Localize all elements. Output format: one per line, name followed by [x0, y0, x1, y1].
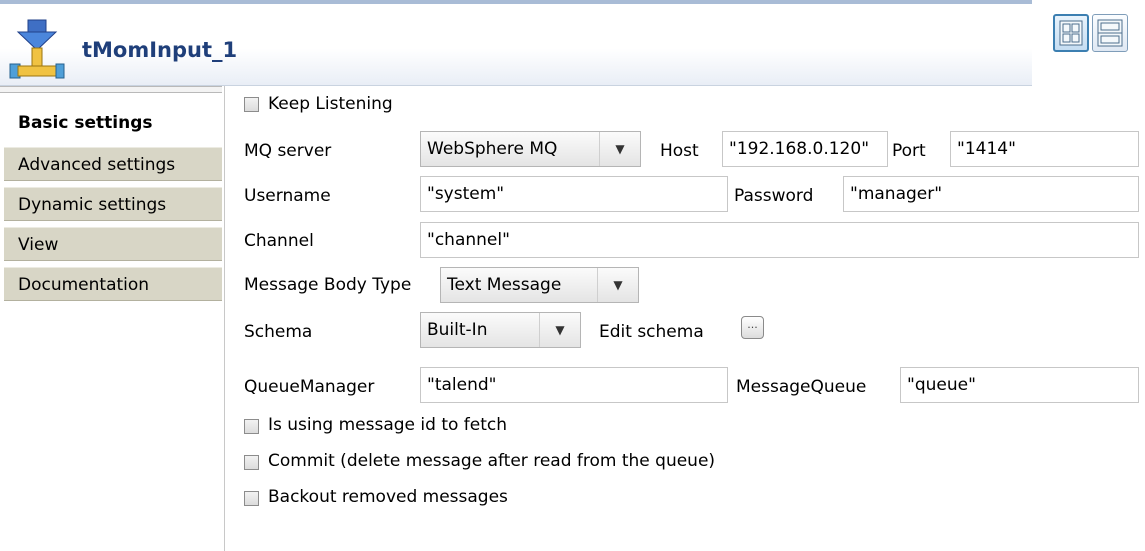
use-message-id-checkbox[interactable] [244, 419, 259, 434]
message-body-type-value: Text Message [447, 275, 562, 295]
host-input[interactable]: "192.168.0.120" [722, 131, 888, 167]
commit-label: Commit (delete message after read from t… [268, 451, 716, 471]
channel-input[interactable]: "channel" [420, 222, 1139, 258]
tab-basic-settings[interactable]: Basic settings [4, 106, 222, 140]
schema-value: Built-In [427, 320, 488, 340]
schema-label: Schema [244, 322, 313, 342]
message-body-type-label: Message Body Type [244, 275, 412, 295]
dropdown-arrow-icon: ▼ [599, 132, 640, 166]
queue-manager-input[interactable]: "talend" [420, 367, 728, 403]
mq-server-label: MQ server [244, 141, 332, 161]
dropdown-arrow-icon: ▼ [597, 268, 638, 302]
tab-documentation[interactable]: Documentation [4, 267, 222, 301]
password-input[interactable]: "manager" [843, 176, 1139, 212]
component-header: tMomInput_1 [0, 0, 1032, 86]
commit-checkbox[interactable] [244, 455, 259, 470]
keep-listening-label: Keep Listening [268, 94, 393, 114]
channel-label: Channel [244, 231, 314, 251]
grid-layout-icon [1059, 20, 1083, 46]
use-message-id-label: Is using message id to fetch [268, 415, 508, 435]
queue-manager-label: QueueManager [244, 377, 375, 397]
password-label: Password [734, 186, 814, 206]
edit-schema-label: Edit schema [599, 322, 704, 342]
backout-label: Backout removed messages [268, 487, 508, 507]
component-title: tMomInput_1 [82, 38, 238, 62]
port-label: Port [892, 141, 926, 161]
list-layout-icon [1097, 19, 1123, 47]
mq-server-value: WebSphere MQ [427, 139, 558, 159]
message-queue-label: MessageQueue [736, 377, 867, 397]
tab-dynamic-settings[interactable]: Dynamic settings [4, 187, 222, 221]
component-pipe-icon [9, 19, 65, 79]
username-label: Username [244, 186, 331, 206]
dropdown-arrow-icon: ▼ [539, 313, 580, 347]
grid-view-button[interactable] [1053, 14, 1089, 52]
message-queue-input[interactable]: "queue" [900, 367, 1139, 403]
list-view-button[interactable] [1092, 14, 1128, 52]
schema-select[interactable]: Built-In ▼ [420, 312, 581, 348]
mq-server-select[interactable]: WebSphere MQ ▼ [420, 131, 641, 167]
edit-schema-button[interactable]: ... [741, 316, 764, 339]
host-label: Host [660, 141, 699, 161]
tab-view[interactable]: View [4, 227, 222, 261]
backout-checkbox[interactable] [244, 491, 259, 506]
keep-listening-checkbox[interactable] [244, 97, 259, 112]
sidebar-divider [0, 86, 222, 93]
username-input[interactable]: "system" [420, 176, 728, 212]
message-body-type-select[interactable]: Text Message ▼ [440, 267, 639, 303]
port-input[interactable]: "1414" [950, 131, 1139, 167]
tab-advanced-settings[interactable]: Advanced settings [4, 147, 222, 181]
